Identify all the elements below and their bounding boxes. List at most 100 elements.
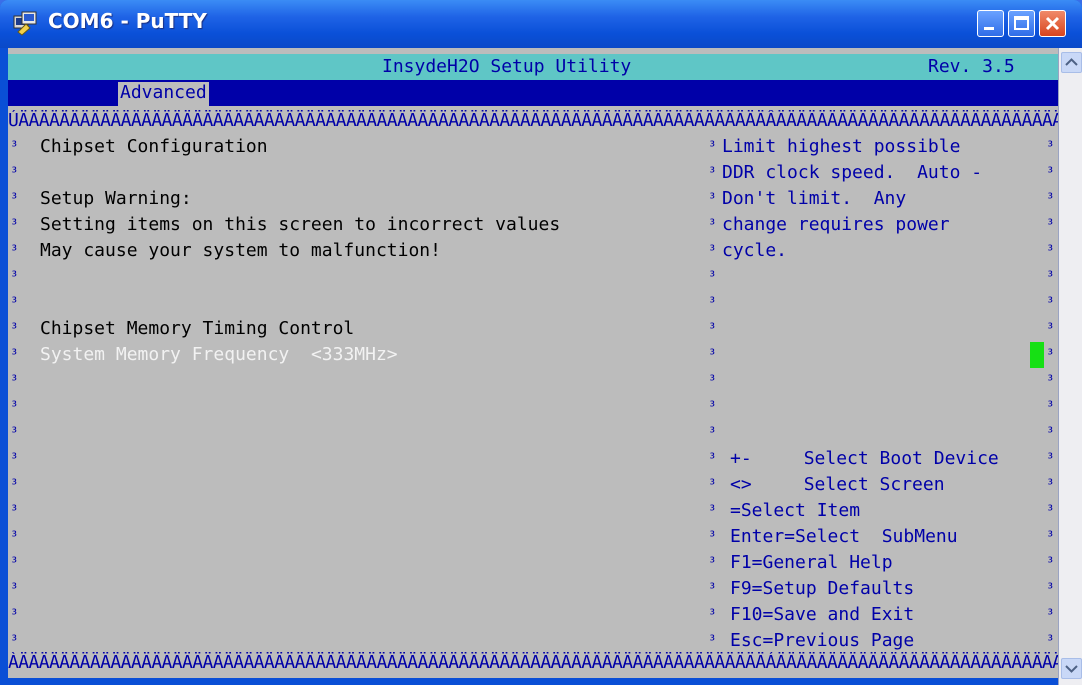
divider-frame-marker: ³ bbox=[708, 581, 717, 597]
bios-tab-bar: Advanced bbox=[8, 80, 1058, 106]
divider-frame-marker: ³ bbox=[708, 425, 717, 441]
divider-frame-marker: ³ bbox=[708, 139, 717, 155]
chevron-down-icon bbox=[1065, 665, 1078, 673]
divider-frame-marker: ³ bbox=[708, 477, 717, 493]
bios-title: InsydeH2O Setup Utility bbox=[382, 56, 632, 77]
left-frame-marker: ³ bbox=[10, 321, 19, 337]
minimize-icon bbox=[984, 27, 994, 30]
left-frame-marker: ³ bbox=[10, 217, 19, 233]
key-legend-item: F10=Save and Exit bbox=[730, 604, 915, 625]
right-frame-marker: ³ bbox=[1046, 321, 1055, 337]
scroll-up-button[interactable] bbox=[1061, 52, 1082, 73]
right-frame-marker: ³ bbox=[1046, 399, 1055, 415]
frame-top-border: ÚÄÄÄÄÄÄÄÄÄÄÄÄÄÄÄÄÄÄÄÄÄÄÄÄÄÄÄÄÄÄÄÄÄÄÄÄÄÄÄ… bbox=[8, 110, 1058, 131]
terminal-area[interactable]: InsydeH2O Setup Utility Rev. 3.5 Advance… bbox=[8, 48, 1058, 678]
left-frame-marker: ³ bbox=[10, 191, 19, 207]
key-legend-item: Enter=Select SubMenu bbox=[730, 526, 958, 547]
left-frame-marker: ³ bbox=[10, 139, 19, 155]
right-frame-marker: ³ bbox=[1046, 347, 1055, 363]
divider-frame-marker: ³ bbox=[708, 269, 717, 285]
left-frame-marker: ³ bbox=[10, 555, 19, 571]
divider-frame-marker: ³ bbox=[708, 165, 717, 181]
left-frame-marker: ³ bbox=[10, 529, 19, 545]
divider-frame-marker: ³ bbox=[708, 191, 717, 207]
left-frame-marker: ³ bbox=[10, 347, 19, 363]
left-frame-marker: ³ bbox=[10, 399, 19, 415]
key-legend-item: =Select Item bbox=[730, 500, 861, 521]
close-icon bbox=[1045, 16, 1060, 31]
left-frame-marker: ³ bbox=[10, 503, 19, 519]
key-plus-minus: +- bbox=[730, 448, 752, 469]
help-text-line: DDR clock speed. Auto - bbox=[722, 162, 983, 183]
right-frame-marker: ³ bbox=[1046, 529, 1055, 545]
title-bar[interactable]: COM6 - PuTTY bbox=[0, 0, 1082, 48]
left-frame-marker: ³ bbox=[10, 165, 19, 181]
left-frame-marker: ³ bbox=[10, 581, 19, 597]
right-frame-marker: ³ bbox=[1046, 191, 1055, 207]
maximize-button[interactable] bbox=[1008, 10, 1035, 37]
divider-frame-marker: ³ bbox=[708, 321, 717, 337]
divider-frame-marker: ³ bbox=[708, 243, 717, 259]
scroll-down-button[interactable] bbox=[1061, 658, 1082, 679]
divider-frame-marker: ³ bbox=[708, 555, 717, 571]
left-frame-marker: ³ bbox=[10, 295, 19, 311]
help-text-line: Limit highest possible bbox=[722, 136, 961, 157]
chevron-up-icon bbox=[1065, 58, 1078, 66]
key-action: Select Boot Device bbox=[803, 448, 999, 469]
help-text-line: Don't limit. Any bbox=[722, 188, 907, 209]
right-frame-marker: ³ bbox=[1046, 295, 1055, 311]
key-legend-item: Esc=Previous Page bbox=[730, 630, 915, 651]
divider-frame-marker: ³ bbox=[708, 529, 717, 545]
key-legend-item: F9=Setup Defaults bbox=[730, 578, 915, 599]
right-frame-marker: ³ bbox=[1046, 451, 1055, 467]
left-frame-marker: ³ bbox=[10, 425, 19, 441]
right-frame-marker: ³ bbox=[1046, 633, 1055, 649]
warning-line: May cause your system to malfunction! bbox=[40, 240, 441, 261]
right-frame-marker: ³ bbox=[1046, 607, 1055, 623]
right-frame-marker: ³ bbox=[1046, 477, 1055, 493]
vertical-scrollbar[interactable] bbox=[1058, 48, 1082, 685]
right-frame-marker: ³ bbox=[1046, 581, 1055, 597]
left-frame-marker: ³ bbox=[10, 243, 19, 259]
divider-frame-marker: ³ bbox=[708, 633, 717, 649]
putty-window: COM6 - PuTTY InsydeH2O Setup Utility Rev… bbox=[0, 0, 1082, 685]
timing-control-item[interactable]: Chipset Memory Timing Control bbox=[40, 318, 354, 339]
close-button[interactable] bbox=[1039, 10, 1066, 37]
key-action: Select Screen bbox=[803, 474, 945, 495]
memory-frequency-label: System Memory Frequency bbox=[40, 344, 290, 365]
section-title: Chipset Configuration bbox=[40, 136, 268, 157]
left-frame-marker: ³ bbox=[10, 477, 19, 493]
divider-frame-marker: ³ bbox=[708, 399, 717, 415]
warning-line: Setting items on this screen to incorrec… bbox=[40, 214, 561, 235]
tab-advanced[interactable]: Advanced bbox=[118, 82, 209, 106]
frame-bottom-border: ÀÄÄÄÄÄÄÄÄÄÄÄÄÄÄÄÄÄÄÄÄÄÄÄÄÄÄÄÄÄÄÄÄÄÄÄÄÄÄÄ… bbox=[8, 652, 1058, 673]
maximize-icon bbox=[1014, 16, 1029, 30]
memory-frequency-setting[interactable]: System Memory Frequency <333MHz> bbox=[40, 344, 398, 365]
right-frame-marker: ³ bbox=[1046, 373, 1055, 389]
bios-revision: Rev. 3.5 bbox=[928, 56, 1015, 77]
left-frame-marker: ³ bbox=[10, 269, 19, 285]
right-frame-marker: ³ bbox=[1046, 269, 1055, 285]
left-frame-marker: ³ bbox=[10, 607, 19, 623]
divider-frame-marker: ³ bbox=[708, 451, 717, 467]
right-frame-marker: ³ bbox=[1046, 139, 1055, 155]
key-legend-item: F1=General Help bbox=[730, 552, 893, 573]
right-frame-marker: ³ bbox=[1046, 425, 1055, 441]
divider-frame-marker: ³ bbox=[708, 295, 717, 311]
right-frame-marker: ³ bbox=[1046, 165, 1055, 181]
divider-frame-marker: ³ bbox=[708, 217, 717, 233]
bios-header: InsydeH2O Setup Utility Rev. 3.5 bbox=[8, 54, 1058, 80]
warning-title: Setup Warning: bbox=[40, 188, 192, 209]
right-frame-marker: ³ bbox=[1046, 503, 1055, 519]
window-bottom-border bbox=[0, 678, 1058, 685]
help-text-line: cycle. bbox=[722, 240, 788, 261]
left-frame-marker: ³ bbox=[10, 633, 19, 649]
key-legend-item: <> Select Screen bbox=[730, 474, 945, 495]
memory-frequency-value[interactable]: <333MHz> bbox=[311, 344, 398, 365]
right-frame-marker: ³ bbox=[1046, 243, 1055, 259]
left-frame-marker: ³ bbox=[10, 373, 19, 389]
minimize-button[interactable] bbox=[977, 10, 1004, 37]
divider-frame-marker: ³ bbox=[708, 607, 717, 623]
putty-app-icon[interactable] bbox=[12, 10, 38, 36]
terminal-cursor bbox=[1030, 342, 1044, 368]
